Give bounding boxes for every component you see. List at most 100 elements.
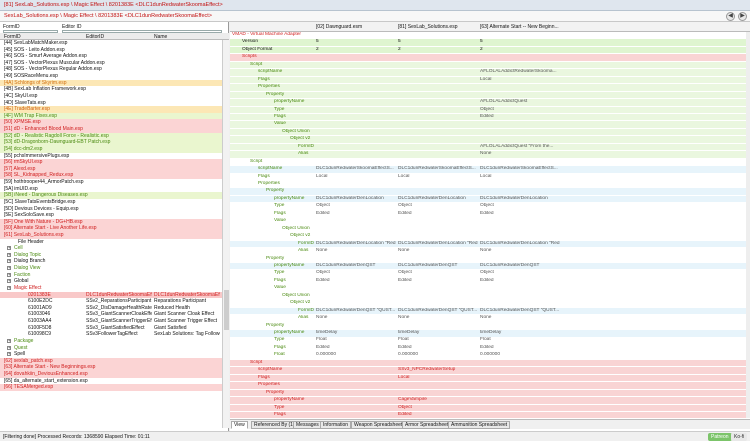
col-alternate-start[interactable]: [63] Alternate Start -- New Beginn... — [480, 24, 559, 30]
expand-icon[interactable]: + — [7, 272, 11, 277]
kofi-button[interactable]: Ko-fi — [731, 433, 748, 441]
tree-row[interactable]: + Spell — [0, 351, 222, 358]
tree-row[interactable]: [54] dcc-dm2.esp — [0, 145, 222, 153]
record-row[interactable]: Type Object Object Object — [230, 270, 746, 277]
tab-ammunition-spreadsheet[interactable]: Ammunition Spreadsheet — [448, 421, 511, 429]
expand-icon[interactable]: + — [7, 266, 11, 271]
record-row[interactable]: Scripts — [230, 54, 746, 61]
record-row[interactable]: Flags Edited Edited Edited — [230, 210, 746, 218]
tree-row[interactable]: + Dialog Branch — [0, 258, 222, 265]
patreon-button[interactable]: Patreon — [708, 433, 732, 441]
expand-icon[interactable]: + — [7, 352, 11, 357]
record-row[interactable]: Flags Local — [230, 374, 746, 382]
tab-armor-spreadsheet[interactable]: Armor Spreadsheet — [402, 421, 452, 429]
col-sexlab-solutions[interactable]: [81] SexLab_Solutions.esp — [398, 24, 458, 30]
record-row[interactable]: Script — [230, 61, 746, 69]
record-row[interactable]: Properties — [230, 382, 746, 389]
record-row[interactable]: Object v2 — [230, 136, 746, 143]
tree-row[interactable]: 610098C9 SSv3FollowerTagEffect SexLab Solu… — [0, 331, 222, 338]
forward-button[interactable]: ▶ — [738, 12, 747, 21]
tree-row[interactable]: [4B] SexLab Inflation Framework.esp — [0, 86, 222, 93]
tree-row[interactable]: 0201383E DLC1dunRedwaterSkoomaEffectDLC1d… — [0, 291, 222, 299]
record-row[interactable]: Value — [230, 285, 746, 292]
tree-row[interactable]: [59] hothtrooper44_ArmorPatch.esp — [0, 179, 222, 186]
record-row[interactable]: Property — [230, 322, 746, 330]
record-row[interactable]: Alias None None None — [230, 248, 746, 255]
record-row[interactable]: Type Object Object Object — [230, 203, 746, 210]
record-row[interactable]: Script — [230, 359, 746, 367]
tab-information[interactable]: Information — [320, 421, 352, 429]
tree-row[interactable]: [49] SOSRaceMenu.esp — [0, 73, 222, 80]
tree-row[interactable]: File Header — [0, 239, 222, 246]
tree-row[interactable]: [64] dovahkiin_DeviousEnhanced.esp — [0, 371, 222, 378]
record-row[interactable]: FormID DLC1dunRedwaterDenLocation "Red...… — [230, 240, 746, 248]
tree-row[interactable]: [4C] SkyUI.esp — [0, 93, 222, 100]
record-row[interactable]: Value — [230, 218, 746, 225]
tree-row[interactable]: [45] SOS - Leito Addon.esp — [0, 47, 222, 54]
expand-icon[interactable]: + — [7, 345, 11, 350]
tree-row[interactable]: [5C] SlaveTatsEventsBridge.esp — [0, 199, 222, 206]
expand-icon[interactable]: + — [7, 259, 11, 264]
tree-row[interactable]: [65] da_alternate_start_extension.esp — [0, 378, 222, 385]
expand-icon[interactable]: + — [7, 252, 11, 257]
record-row[interactable]: Type Object — [230, 106, 746, 114]
record-row[interactable]: propertyName DLC1dunRedwaterDenQST DLC1dun… — [230, 262, 746, 270]
record-row[interactable]: propertyName AFLOLALAddictQuest — [230, 99, 746, 106]
tree-scroll-thumb[interactable] — [224, 290, 229, 330]
record-row[interactable]: FormID AFLOLALAddictQuest "From the... — [230, 143, 746, 151]
record-scrollbar[interactable] — [746, 32, 750, 418]
record-row[interactable]: scriptName SSv3_NPCRedwaterSetup — [230, 367, 746, 374]
tree-row[interactable]: [5F] One With Nature - DG+HB.esp — [0, 218, 222, 226]
expand-icon[interactable]: + — [7, 338, 11, 343]
tree-row[interactable]: 61001AD9 SSv2_DisDamageHealthRate Reduced … — [0, 305, 222, 312]
tree-row[interactable]: + Global — [0, 278, 222, 285]
col-dawnguard[interactable]: [02] Dawnguard.esm — [316, 24, 362, 30]
tree-row[interactable]: [5E] SexSoloSave.esp — [0, 212, 222, 219]
tree-row[interactable]: [5D] Devious Devices - Equip.esp — [0, 206, 222, 213]
record-row[interactable]: Object v2 — [230, 233, 746, 240]
record-row[interactable]: Flags Edited Edited Edited — [230, 344, 746, 352]
tab-view[interactable]: View — [231, 421, 248, 429]
tree-row[interactable]: [57] Alexd.esp — [0, 165, 222, 173]
tree-row[interactable]: [50] XPMSE.esp — [0, 119, 222, 127]
tree-row[interactable]: [53] dD-Dragonborn-Dawnguard-EBT Patch.e… — [0, 139, 222, 146]
address-bar[interactable]: SexLab_Solutions.esp \ Magic Effect \ 82… — [0, 11, 750, 22]
tab-referenced-by[interactable]: Referenced By (1) — [251, 421, 298, 429]
tree-row[interactable]: 61003046 SSv3_GiantScannerCloakEffect Gian… — [0, 311, 222, 318]
tree-row[interactable]: [56] rmSkyUI.esp — [0, 159, 222, 166]
tree-row[interactable]: [63] Alternate Start - New Beginnings.es… — [0, 364, 222, 371]
tree-row[interactable]: [4A] Schlongs of Skyrim.esp — [0, 79, 222, 87]
expand-icon[interactable]: + — [7, 285, 11, 290]
record-row[interactable]: FormID DLC1dunRedwaterDenQST "QUST... DLC1… — [230, 307, 746, 315]
tree-row[interactable]: [4F] WM Trap Fixes.esp — [0, 112, 222, 120]
record-row[interactable]: Object Union — [230, 225, 746, 233]
tree-row[interactable]: + Dialog Topic — [0, 252, 222, 259]
record-row[interactable]: propertyName CageVampire — [230, 397, 746, 404]
record-row[interactable]: scriptName DLC1dunRedwaterSkoomaEffectS..… — [230, 166, 746, 173]
record-row[interactable]: Flags Edited Edited Edited — [230, 277, 746, 285]
record-row[interactable]: Property — [230, 188, 746, 195]
record-row[interactable]: propertyName DLC1dunRedwaterDenLocation DL… — [230, 195, 746, 203]
record-row[interactable]: Object Union — [230, 292, 746, 300]
record-row[interactable]: Property — [230, 255, 746, 263]
record-row[interactable]: Flags Edited — [230, 411, 746, 419]
tree-row[interactable]: [58] SL_Kidnapped_Redux.esp — [0, 172, 222, 179]
tree-row[interactable]: [60] Alternate Start - Live Another Life… — [0, 225, 222, 232]
tree-row[interactable]: 61003AA4 SSv3_GiantScannerTriggerEffectGi… — [0, 318, 222, 325]
tree-row[interactable]: + Cell — [0, 245, 222, 252]
tree-row[interactable]: + Magic Effect — [0, 285, 222, 292]
record-row[interactable]: Properties — [230, 181, 746, 188]
expand-icon[interactable]: + — [7, 246, 11, 251]
record-row[interactable]: Float 0.000000 0.000000 0.000000 — [230, 352, 746, 359]
record-row[interactable]: Object Union — [230, 128, 746, 136]
record-row[interactable]: Property — [230, 91, 746, 99]
tree-row[interactable]: [48] SOS - VectorPlexus Regular Addon.es… — [0, 66, 222, 73]
tree-row[interactable]: [52] dD - Realistic Ragdoll Force - Real… — [0, 132, 222, 140]
record-row[interactable]: Type Float Float Float — [230, 337, 746, 344]
tree-row[interactable]: 6100E2DC SSv2_ReparationsParticipant Repar… — [0, 298, 222, 305]
record-row[interactable]: Flags Edited — [230, 113, 746, 121]
tab-weapon-spreadsheet[interactable]: Weapon Spreadsheet — [351, 421, 406, 429]
tree-row[interactable]: + Quest — [0, 345, 222, 352]
tree-row[interactable]: [51] dD - Enhanced Blood Main.esp — [0, 126, 222, 133]
tree-row[interactable]: [62] sexlab_patch.esp — [0, 357, 222, 365]
